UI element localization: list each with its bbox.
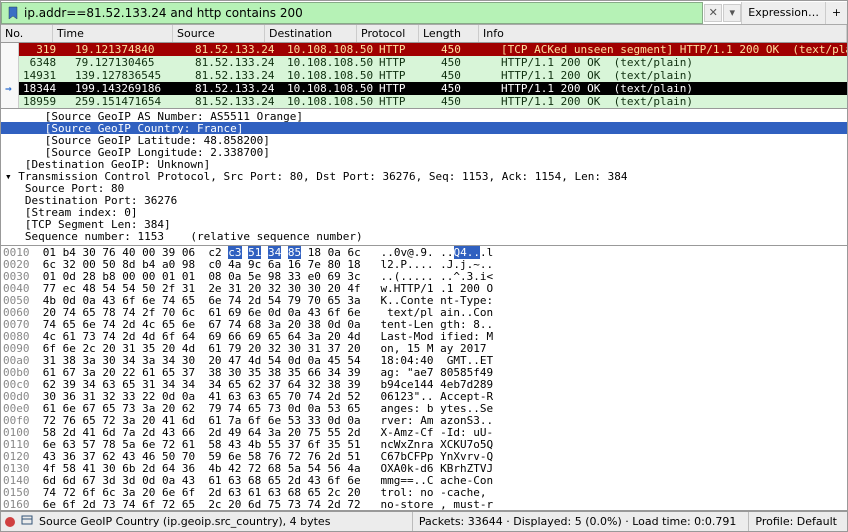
packet-list[interactable]: 31919.12137484081.52.133.2410.108.108.50… — [1, 43, 847, 108]
detail-line[interactable]: [Source GeoIP Longitude: 2.338700] — [1, 146, 847, 158]
detail-line[interactable]: [Source GeoIP Country: France] — [1, 122, 847, 134]
col-length[interactable]: Length — [419, 25, 479, 42]
packet-row[interactable]: →18344199.14326918681.52.133.2410.108.10… — [1, 82, 847, 95]
packet-row[interactable]: 31919.12137484081.52.133.2410.108.108.50… — [1, 43, 847, 56]
packet-row[interactable]: 18959259.15147165481.52.133.2410.108.108… — [1, 95, 847, 108]
col-info[interactable]: Info — [479, 25, 847, 42]
capture-file-icon[interactable] — [21, 514, 33, 529]
status-bar: Source GeoIP Country (ip.geoip.src_count… — [1, 511, 847, 531]
display-filter-input[interactable]: ip.addr==81.52.133.24 and http contains … — [1, 2, 703, 24]
display-filter-text: ip.addr==81.52.133.24 and http contains … — [24, 6, 303, 20]
expert-info-icon[interactable] — [5, 517, 15, 527]
packet-details-pane[interactable]: [Source GeoIP AS Number: AS5511 Orange] … — [1, 108, 847, 246]
col-source[interactable]: Source — [173, 25, 265, 42]
detail-line[interactable]: [Source GeoIP AS Number: AS5511 Orange] — [1, 110, 847, 122]
status-profile[interactable]: Profile: Default — [748, 512, 843, 531]
detail-line[interactable]: Destination Port: 36276 — [1, 194, 847, 206]
expression-button[interactable]: Expression… — [741, 2, 825, 24]
detail-line[interactable]: Sequence number: 1153 (relative sequence… — [1, 230, 847, 242]
col-protocol[interactable]: Protocol — [357, 25, 419, 42]
bookmark-icon[interactable] — [6, 6, 20, 20]
add-filter-button[interactable]: + — [825, 2, 847, 24]
col-no[interactable]: No. — [1, 25, 53, 42]
filter-bar: ip.addr==81.52.133.24 and http contains … — [1, 1, 847, 25]
clear-filter-button[interactable]: ✕ — [704, 4, 722, 22]
col-time[interactable]: Time — [53, 25, 173, 42]
detail-line[interactable]: [Source GeoIP Latitude: 48.858200] — [1, 134, 847, 146]
detail-line[interactable]: Source Port: 80 — [1, 182, 847, 194]
detail-line[interactable]: [TCP Segment Len: 384] — [1, 218, 847, 230]
packet-bytes-pane[interactable]: 0010 01 b4 30 76 40 00 39 06 c2 c3 51 34… — [1, 246, 847, 511]
packet-list-header: No. Time Source Destination Protocol Len… — [1, 25, 847, 43]
filter-history-dropdown[interactable]: ▾ — [723, 4, 741, 22]
status-field-description: Source GeoIP Country (ip.geoip.src_count… — [39, 515, 330, 528]
current-packet-arrow-icon: → — [5, 82, 12, 95]
hex-line[interactable]: 0160 6e 6f 2d 73 74 6f 72 65 2c 20 6d 75… — [3, 499, 845, 511]
detail-line[interactable]: ▾ Transmission Control Protocol, Src Por… — [1, 170, 847, 182]
packet-row[interactable]: 634879.12713046581.52.133.2410.108.108.5… — [1, 56, 847, 69]
col-destination[interactable]: Destination — [265, 25, 357, 42]
packet-row[interactable]: 14931139.12783654581.52.133.2410.108.108… — [1, 69, 847, 82]
status-packets: Packets: 33644 · Displayed: 5 (0.0%) · L… — [412, 512, 743, 531]
detail-line[interactable]: [Stream index: 0] — [1, 206, 847, 218]
detail-line[interactable]: [Destination GeoIP: Unknown] — [1, 158, 847, 170]
